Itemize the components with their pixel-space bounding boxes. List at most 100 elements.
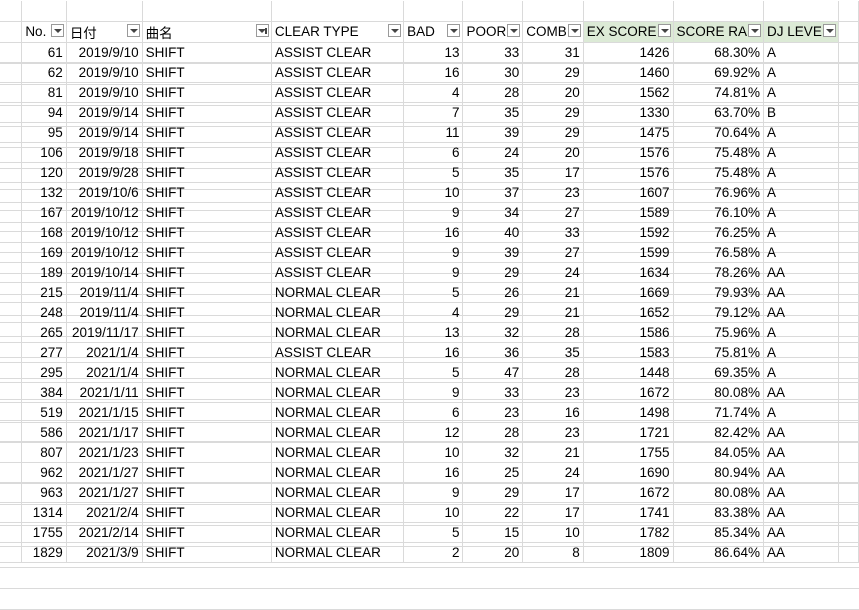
cell-combo[interactable]: 31	[522, 42, 584, 63]
row-gutter[interactable]	[0, 42, 23, 63]
header-poor[interactable]: POOR	[462, 21, 524, 43]
cell-poor[interactable]: 26	[462, 282, 524, 303]
cell-date[interactable]: 2021/1/27	[66, 462, 143, 483]
cell-no[interactable]: 807	[21, 442, 67, 463]
cell-no[interactable]: 277	[21, 342, 67, 363]
cell-date[interactable]: 2019/10/6	[66, 182, 143, 203]
cell-date[interactable]: 2019/10/12	[66, 202, 143, 223]
table-row[interactable]: 295 2021/1/4 SHIFT NORMAL CLEAR 5 47 28 1448 69.…	[0, 362, 859, 383]
cell-ex-score[interactable]: 1672	[583, 382, 674, 403]
cell-poor[interactable]: 35	[462, 102, 524, 123]
filter-active-icon[interactable]	[255, 23, 269, 37]
row-gutter[interactable]	[0, 502, 23, 523]
cell-bad[interactable]: 13	[403, 42, 464, 63]
cell-dj-level[interactable]: A	[763, 222, 839, 243]
cell-combo[interactable]: 17	[522, 162, 584, 183]
cell-ex-score[interactable]: 1589	[583, 202, 674, 223]
table-row[interactable]: 168 2019/10/12 SHIFT ASSIST CLEAR 16 40 33 1592…	[0, 222, 859, 243]
cell-dj-level[interactable]: A	[763, 202, 839, 223]
cell[interactable]	[838, 342, 859, 363]
table-row[interactable]: 94 2019/9/14 SHIFT ASSIST CLEAR 7 35 29 1330 63.…	[0, 102, 859, 123]
cell-no[interactable]: 265	[21, 322, 67, 343]
cell-score-rate[interactable]: 80.94%	[673, 462, 765, 483]
row-gutter[interactable]	[0, 21, 23, 43]
row-gutter[interactable]	[0, 222, 23, 243]
table-row[interactable]: 1829 2021/3/9 SHIFT NORMAL CLEAR 2 20 8 1809 86.…	[0, 542, 859, 563]
cell-song[interactable]: SHIFT	[142, 442, 272, 463]
cell-song[interactable]: SHIFT	[142, 362, 272, 383]
table-row[interactable]: 189 2019/10/14 SHIFT ASSIST CLEAR 9 29 24 1634 7…	[0, 262, 859, 283]
cell-date[interactable]: 2021/1/23	[66, 442, 143, 463]
cell-no[interactable]: 168	[21, 222, 67, 243]
cell-bad[interactable]: 9	[403, 202, 464, 223]
cell-bad[interactable]: 13	[403, 322, 464, 343]
row-gutter[interactable]	[0, 442, 23, 463]
cell-combo[interactable]: 23	[522, 422, 584, 443]
cell-combo[interactable]: 10	[522, 522, 584, 543]
cell-score-rate[interactable]: 76.10%	[673, 202, 765, 223]
cell-dj-level[interactable]: AA	[763, 502, 839, 523]
table-row[interactable]: 265 2019/11/17 SHIFT NORMAL CLEAR 13 32 28 1586…	[0, 322, 859, 343]
cell-no[interactable]: 384	[21, 382, 67, 403]
cell-combo[interactable]: 29	[522, 122, 584, 143]
cell-dj-level[interactable]: AA	[763, 482, 839, 503]
cell-bad[interactable]: 9	[403, 482, 464, 503]
cell-combo[interactable]: 16	[522, 402, 584, 423]
cell[interactable]	[838, 262, 859, 283]
row-gutter[interactable]	[0, 202, 23, 223]
cell-date[interactable]: 2019/9/18	[66, 142, 143, 163]
cell[interactable]	[583, 1, 674, 22]
cell-bad[interactable]: 2	[403, 542, 464, 563]
cell-clear-type[interactable]: NORMAL CLEAR	[271, 362, 405, 383]
cell-score-rate[interactable]: 75.48%	[673, 142, 765, 163]
cell-ex-score[interactable]: 1576	[583, 162, 674, 183]
table-row[interactable]: 519 2021/1/15 SHIFT NORMAL CLEAR 6 23 16 1498 71…	[0, 402, 859, 423]
cell-no[interactable]: 106	[21, 142, 67, 163]
cell-date[interactable]: 2019/11/4	[66, 302, 143, 323]
cell-no[interactable]: 1314	[21, 502, 67, 523]
filter-dropdown-icon[interactable]	[567, 23, 581, 37]
cell-song[interactable]: SHIFT	[142, 302, 272, 323]
cell-date[interactable]: 2021/1/4	[66, 362, 143, 383]
cell[interactable]	[838, 422, 859, 443]
cell-date[interactable]: 2021/1/11	[66, 382, 143, 403]
table-row[interactable]: 167 2019/10/12 SHIFT ASSIST CLEAR 9 34 27 1589 7…	[0, 202, 859, 223]
cell-dj-level[interactable]: A	[763, 62, 839, 83]
cell-poor[interactable]: 23	[462, 402, 524, 423]
cell-clear-type[interactable]: NORMAL CLEAR	[271, 282, 405, 303]
cell-dj-level[interactable]: A	[763, 42, 839, 63]
cell-song[interactable]: SHIFT	[142, 202, 272, 223]
cell-date[interactable]: 2019/9/14	[66, 102, 143, 123]
cell-poor[interactable]: 37	[462, 182, 524, 203]
row-gutter[interactable]	[0, 482, 23, 503]
cell[interactable]	[838, 302, 859, 323]
cell-score-rate[interactable]: 69.92%	[673, 62, 765, 83]
cell-score-rate[interactable]: 84.05%	[673, 442, 765, 463]
cell-poor[interactable]: 22	[462, 502, 524, 523]
cell-combo[interactable]: 20	[522, 142, 584, 163]
table-row[interactable]: 963 2021/1/27 SHIFT NORMAL CLEAR 9 29 17 1672 80…	[0, 482, 859, 503]
cell-song[interactable]: SHIFT	[142, 122, 272, 143]
row-gutter[interactable]	[0, 462, 23, 483]
cell-ex-score[interactable]: 1755	[583, 442, 674, 463]
cell-ex-score[interactable]: 1741	[583, 502, 674, 523]
blank-row[interactable]	[0, 1, 859, 22]
cell[interactable]	[838, 162, 859, 183]
header-no[interactable]: No.	[21, 21, 67, 43]
cell[interactable]	[462, 1, 524, 22]
cell-score-rate[interactable]: 75.81%	[673, 342, 765, 363]
cell-bad[interactable]: 7	[403, 102, 464, 123]
cell-ex-score[interactable]: 1672	[583, 482, 674, 503]
cell-combo[interactable]: 21	[522, 282, 584, 303]
cell-dj-level[interactable]: AA	[763, 442, 839, 463]
row-gutter[interactable]	[0, 302, 23, 323]
row-gutter[interactable]	[0, 282, 23, 303]
cell-song[interactable]: SHIFT	[142, 382, 272, 403]
cell[interactable]	[838, 282, 859, 303]
cell[interactable]	[838, 182, 859, 203]
cell-bad[interactable]: 4	[403, 302, 464, 323]
cell[interactable]	[21, 1, 67, 22]
table-row[interactable]: 169 2019/10/12 SHIFT ASSIST CLEAR 9 39 27 1599 7…	[0, 242, 859, 263]
cell-ex-score[interactable]: 1576	[583, 142, 674, 163]
cell-score-rate[interactable]: 80.08%	[673, 482, 765, 503]
